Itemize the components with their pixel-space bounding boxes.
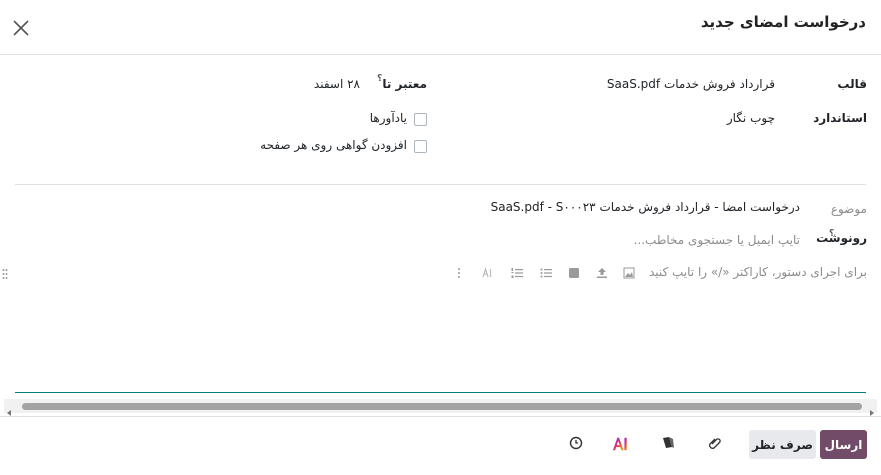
section-divider [15,184,866,185]
scroll-left-icon[interactable] [5,402,13,416]
valid-until-help-icon[interactable]: ؟ [377,74,382,84]
signer-label: استاندارد [813,111,867,125]
ai-gradient-icon[interactable] [612,436,628,452]
valid-until-label: معتبر تا [382,77,427,91]
subject-label: موضوع [830,202,867,216]
bulleted-list-icon[interactable] [540,267,552,279]
cancel-button[interactable]: صرف نظر [749,430,816,459]
scrollbar-thumb[interactable] [22,403,862,410]
valid-until-value[interactable]: ۲۸ اسفند [314,77,360,91]
drag-handle-icon[interactable] [2,265,8,279]
image-icon[interactable] [623,267,635,279]
cc-help-icon[interactable]: ؟ [829,229,834,239]
cc-input[interactable]: تایپ ایمیل یا جستجوی مخاطب... [634,233,800,247]
reminders-checkbox[interactable] [414,113,427,126]
paperclip-icon[interactable] [707,436,723,452]
dialog-title: درخواست امضای جدید [700,13,866,31]
ai-icon[interactable] [482,267,494,279]
upload-icon[interactable] [596,267,608,279]
editor-placeholder[interactable]: برای اجرای دستور، کاراکتر «/» را تایپ کن… [649,265,867,279]
send-button[interactable]: ارسال [820,430,867,459]
reminders-label: یادآورها [369,111,407,125]
editor-focus-border [15,392,866,393]
square-icon[interactable] [568,267,580,279]
clock-icon[interactable] [568,435,584,451]
header-divider [0,54,881,55]
template-value[interactable]: قرارداد فروش خدمات SaaS.pdf [607,77,775,91]
close-icon[interactable] [10,17,32,39]
cc-label: رونوشت [816,231,867,245]
subject-input[interactable]: درخواست امضا - قرارداد فروش خدمات SaaS.p… [491,200,800,214]
certificate-checkbox[interactable] [414,140,427,153]
scroll-right-icon[interactable] [868,402,876,416]
template-label: قالب [837,77,867,91]
numbered-list-icon[interactable] [511,267,523,279]
footer-divider [0,416,881,417]
more-vertical-icon[interactable] [453,267,465,279]
certificate-label: افزودن گواهی روی هر صفحه [260,138,407,152]
signer-value[interactable]: چوب نگار [727,111,775,125]
layers-icon[interactable] [660,435,676,451]
